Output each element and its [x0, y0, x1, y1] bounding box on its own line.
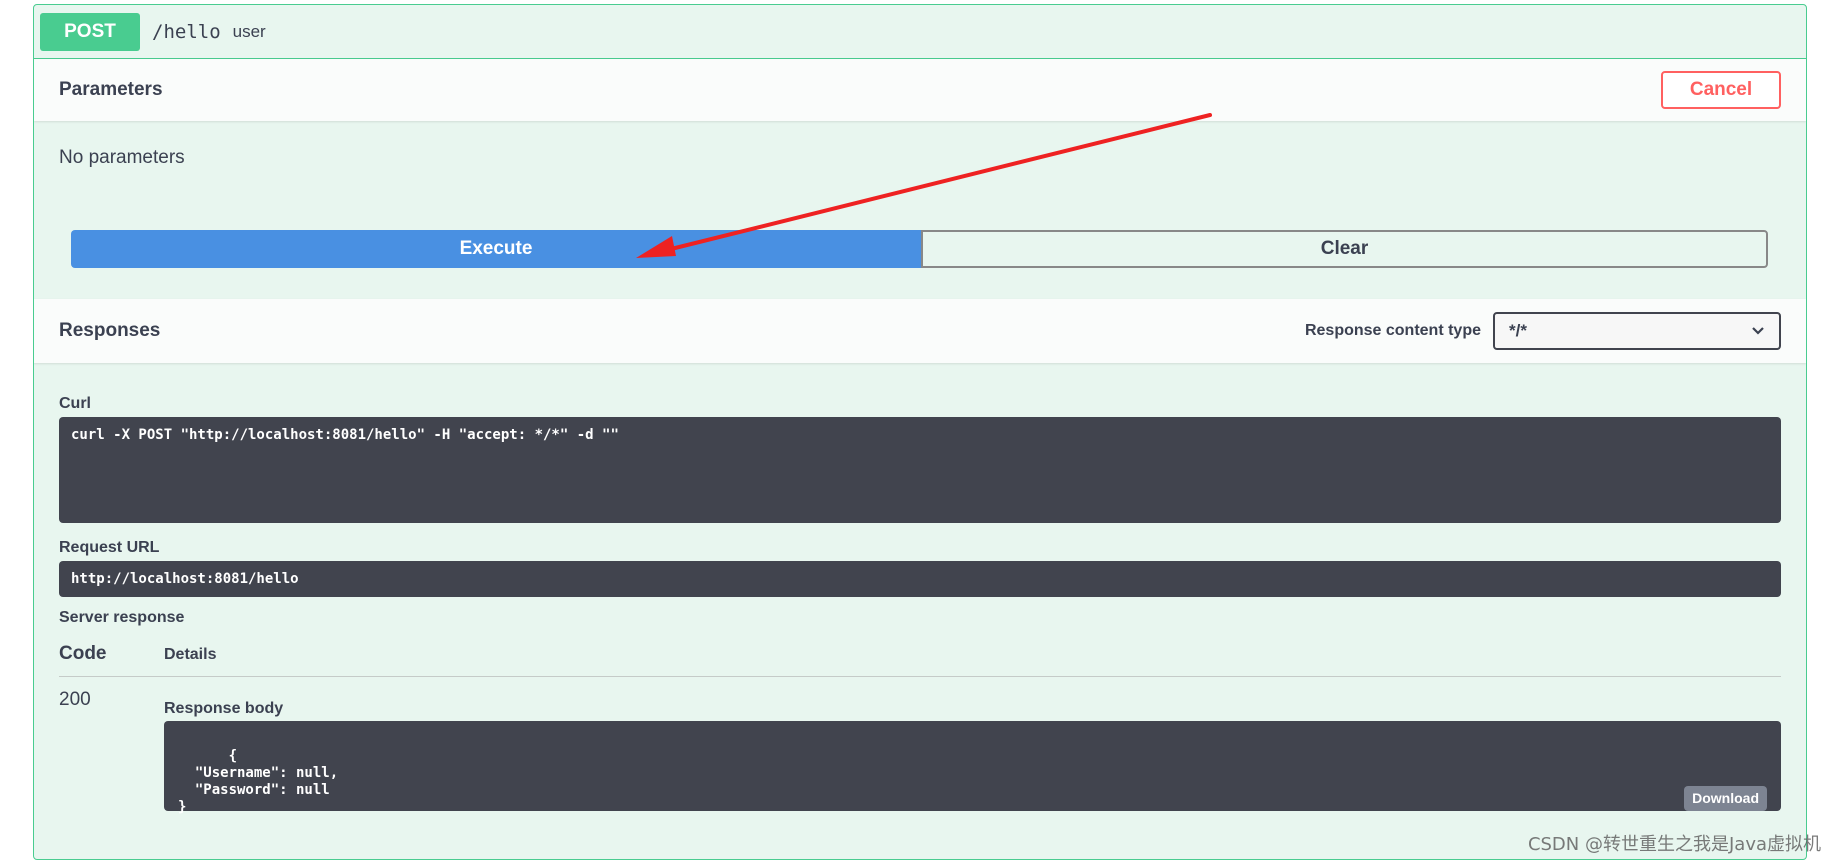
- endpoint-path: /hello: [152, 20, 221, 43]
- responses-header: Responses Response content type */*: [34, 299, 1806, 363]
- table-divider: [59, 676, 1781, 677]
- request-url-label: Request URL: [59, 539, 160, 556]
- endpoint-description: user: [232, 21, 266, 41]
- code-column-header: Code: [59, 643, 107, 664]
- response-content-type-select[interactable]: */*: [1493, 312, 1781, 350]
- response-body-label: Response body: [164, 700, 284, 717]
- clear-button[interactable]: Clear: [921, 230, 1768, 268]
- parameters-header: Parameters Cancel: [34, 59, 1806, 121]
- cancel-button[interactable]: Cancel: [1661, 71, 1781, 109]
- parameters-body: No parameters Execute Clear: [34, 121, 1806, 299]
- status-code: 200: [59, 689, 91, 710]
- method-badge: POST: [40, 12, 140, 51]
- content-type-group: Response content type */*: [1305, 312, 1781, 350]
- curl-label: Curl: [59, 395, 91, 412]
- response-content-type-value: */*: [1509, 321, 1527, 340]
- server-response-label: Server response: [59, 609, 185, 626]
- parameters-title: Parameters: [59, 79, 163, 100]
- response-content-type-label: Response content type: [1304, 322, 1481, 339]
- details-column-header: Details: [164, 646, 217, 663]
- execute-button[interactable]: Execute: [71, 230, 921, 268]
- curl-command-block[interactable]: curl -X POST "http://localhost:8081/hell…: [59, 417, 1781, 523]
- responses-title: Responses: [59, 320, 161, 341]
- watermark: CSDN @转世重生之我是Java虚拟机: [1527, 834, 1821, 855]
- operation-block: POST /hello user Parameters Cancel No pa…: [33, 4, 1807, 860]
- request-url-block[interactable]: http://localhost:8081/hello: [59, 561, 1781, 597]
- download-button[interactable]: Download: [1684, 786, 1767, 811]
- operation-summary[interactable]: POST /hello user: [34, 5, 1806, 59]
- response-body-text: { "Username": null, "Password": null }: [178, 748, 339, 815]
- response-body-block[interactable]: { "Username": null, "Password": null } D…: [164, 721, 1781, 815]
- chevron-down-icon: [1751, 321, 1765, 341]
- no-parameters-text: No parameters: [59, 147, 185, 168]
- execute-wrapper: Execute Clear: [71, 230, 1768, 268]
